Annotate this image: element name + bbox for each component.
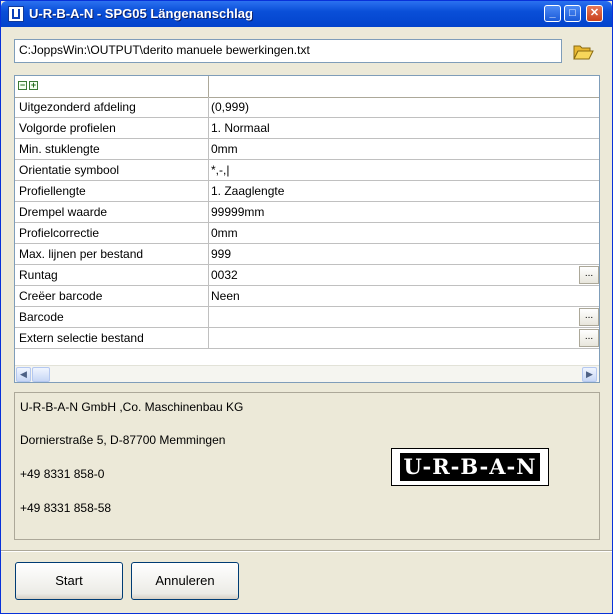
expand-all-icon[interactable]: + (29, 81, 38, 90)
cancel-button[interactable]: Annuleren (131, 562, 239, 600)
row-label: Barcode (19, 310, 64, 324)
row-label: Drempel waarde (19, 205, 108, 219)
start-button[interactable]: Start (15, 562, 123, 600)
row-label: Runtag (19, 268, 58, 282)
company-fax: +49 8331 858-58 (20, 501, 112, 515)
grid-header: − + (15, 76, 599, 98)
grid-row-profielcorrectie[interactable]: Profielcorrectie 0mm (15, 223, 599, 244)
row-value[interactable]: 0mm (211, 226, 238, 240)
grid-row-extern-selectie-bestand[interactable]: Extern selectie bestand ... (15, 328, 599, 349)
row-label: Profiellengte (19, 184, 86, 198)
grid-row-drempel-waarde[interactable]: Drempel waarde 99999mm (15, 202, 599, 223)
row-value[interactable]: 99999mm (211, 205, 264, 219)
grid-row-runtag[interactable]: Runtag 0032 ... (15, 265, 599, 286)
grid-row-uitgezonderd-afdeling[interactable]: Uitgezonderd afdeling (0,999) (15, 97, 599, 118)
row-value[interactable]: 1. Zaaglengte (211, 184, 284, 198)
row-value[interactable]: 0032 (211, 268, 238, 282)
company-info-panel: U-R-B-A-N GmbH ,Co. Maschinenbau KG Dorn… (14, 392, 600, 540)
grid-row-min-stuklengte[interactable]: Min. stuklengte 0mm (15, 139, 599, 160)
open-folder-button[interactable] (569, 39, 597, 63)
row-label: Max. lijnen per bestand (19, 247, 144, 261)
minimize-button[interactable]: _ (544, 5, 561, 22)
extern-selectie-ellipsis-button[interactable]: ... (579, 329, 599, 347)
company-name: U-R-B-A-N GmbH ,Co. Maschinenbau KG (20, 400, 244, 414)
property-grid: − + Uitgezonderd afdeling (0,999) Volgor… (14, 75, 600, 383)
scroll-left-icon[interactable]: ◀ (16, 367, 31, 382)
collapse-all-icon[interactable]: − (18, 81, 27, 90)
row-label: Uitgezonderd afdeling (19, 100, 136, 114)
row-label: Volgorde profielen (19, 121, 116, 135)
row-label: Min. stuklengte (19, 142, 100, 156)
company-address: Dornierstraße 5, D-87700 Memmingen (20, 433, 226, 447)
grid-row-barcode[interactable]: Barcode ... (15, 307, 599, 328)
row-value[interactable]: Neen (211, 289, 240, 303)
grid-row-max-lijnen[interactable]: Max. lijnen per bestand 999 (15, 244, 599, 265)
scroll-right-icon[interactable]: ▶ (582, 367, 597, 382)
row-value[interactable]: 1. Normaal (211, 121, 270, 135)
grid-row-orientatie-symbool[interactable]: Orientatie symbool *,-,| (15, 160, 599, 181)
app-icon (8, 6, 24, 22)
folder-open-icon (573, 45, 594, 60)
row-value[interactable]: 0mm (211, 142, 238, 156)
title-bar[interactable]: U-R-B-A-N - SPG05 Längenanschlag _ □ ✕ (1, 1, 612, 27)
row-label: Profielcorrectie (19, 226, 100, 240)
maximize-button[interactable]: □ (564, 5, 581, 22)
row-label: Extern selectie bestand (19, 331, 144, 345)
row-label: Orientatie symbool (19, 163, 120, 177)
horizontal-scrollbar[interactable]: ◀ ▶ (15, 365, 599, 382)
separator (1, 550, 612, 552)
runtag-ellipsis-button[interactable]: ... (579, 266, 599, 284)
main-window: U-R-B-A-N - SPG05 Längenanschlag _ □ ✕ C… (0, 0, 613, 614)
logo-text: U-R-B-A-N (400, 453, 540, 481)
close-button[interactable]: ✕ (586, 5, 603, 22)
window-title: U-R-B-A-N - SPG05 Längenanschlag (29, 6, 253, 21)
row-value[interactable]: *,-,| (211, 163, 229, 177)
grid-row-profiellengte[interactable]: Profiellengte 1. Zaaglengte (15, 181, 599, 202)
file-path-field[interactable]: C:JoppsWin:\OUTPUT\derito manuele bewerk… (14, 39, 562, 63)
grid-row-creeer-barcode[interactable]: Creëer barcode Neen (15, 286, 599, 307)
scroll-thumb[interactable] (32, 367, 50, 382)
company-phone: +49 8331 858-0 (20, 467, 105, 481)
row-value[interactable]: (0,999) (211, 100, 249, 114)
barcode-ellipsis-button[interactable]: ... (579, 308, 599, 326)
urban-logo: U-R-B-A-N (391, 448, 549, 486)
grid-row-volgorde-profielen[interactable]: Volgorde profielen 1. Normaal (15, 118, 599, 139)
row-label: Creëer barcode (19, 289, 103, 303)
row-value[interactable]: 999 (211, 247, 231, 261)
